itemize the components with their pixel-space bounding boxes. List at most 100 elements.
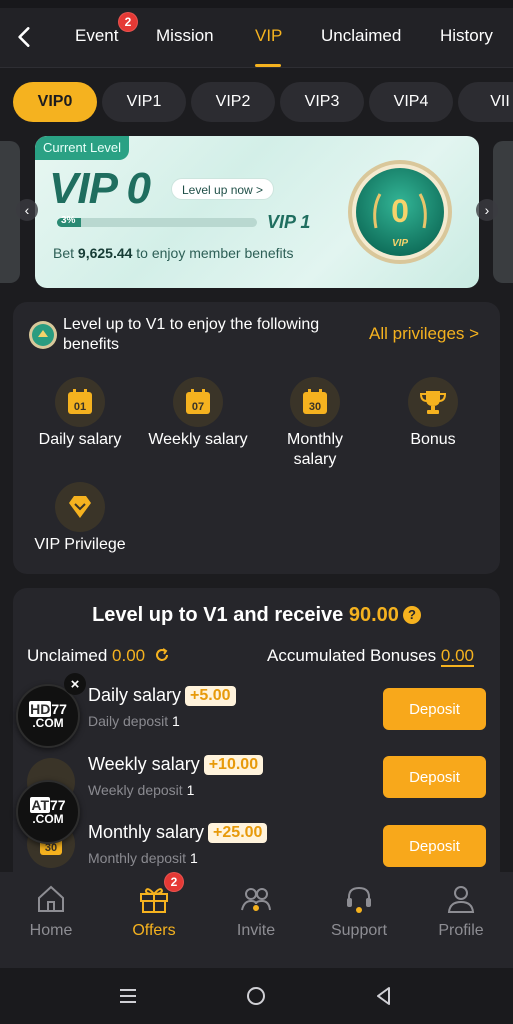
tab-event[interactable]: Event: [75, 26, 118, 46]
bet-requirement: Bet 9,625.44 to enjoy member benefits: [53, 245, 294, 261]
weekly-salary-title: Weekly salary +10.00: [88, 754, 264, 775]
accumulated-bonuses: Accumulated Bonuses 0.00: [267, 646, 474, 667]
help-icon[interactable]: ?: [402, 606, 421, 624]
daily-deposit-button[interactable]: Deposit: [383, 688, 486, 730]
tab-mission[interactable]: Mission: [156, 26, 214, 46]
diamond-icon: [55, 482, 105, 532]
next-level-name: VIP 1: [267, 212, 311, 232]
carousel-prev-button[interactable]: ‹: [16, 199, 38, 221]
levelup-title: Level up to V1 and receive 90.00?: [0, 604, 513, 627]
daily-salary-label: Daily salary: [88, 685, 182, 705]
profile-icon: [447, 886, 475, 913]
nav-offers-label: Offers: [132, 922, 176, 939]
levelup-title-text: Level up to V1 and receive: [92, 604, 349, 626]
weekly-salary-bonus: +10.00: [203, 755, 264, 775]
chevron-right-icon: ›: [484, 202, 490, 218]
accumulated-value[interactable]: 0.00: [440, 646, 474, 667]
nav-support-label: Support: [330, 922, 388, 939]
coin-number: 0: [391, 193, 409, 229]
weekly-calendar-icon: 07: [173, 377, 223, 427]
level-progress-bar: [57, 218, 257, 227]
benefit-bonus: Bonus: [410, 431, 456, 448]
bet-amount: 9,625.44: [77, 245, 133, 261]
unclaimed-value: 0.00: [112, 646, 146, 665]
monthly-deposit-value: 1: [189, 850, 198, 866]
weekly-icon-number: 07: [192, 401, 204, 413]
headset-icon: [347, 886, 371, 913]
invite-icon: [241, 888, 271, 911]
weekly-deposit-button[interactable]: Deposit: [383, 756, 486, 798]
hd77-promo-line2: .COM: [32, 716, 64, 730]
back-arrow-icon[interactable]: [12, 24, 38, 50]
benefit-daily-salary: Daily salary: [38, 431, 122, 448]
at77-promo-line1: AT77: [30, 797, 66, 813]
weekly-deposit-label: Weekly deposit: [88, 782, 187, 798]
offers-badge: 2: [164, 872, 184, 892]
nav-home[interactable]: Home: [6, 872, 96, 968]
monthly-salary-label: Monthly salary: [88, 822, 205, 842]
tab-vip[interactable]: VIP: [255, 26, 282, 46]
level-pill-vip1[interactable]: VIP1: [102, 82, 186, 122]
benefits-title: Level up to V1 to enjoy the following be…: [63, 316, 320, 353]
current-level-name: VIP 0: [49, 164, 151, 213]
monthly-deposit-requirement: Monthly deposit 1: [88, 850, 198, 866]
home-button-icon[interactable]: [244, 984, 268, 1008]
tab-unclaimed[interactable]: Unclaimed: [321, 26, 401, 46]
monthly-salary-title: Monthly salary +25.00: [88, 822, 268, 843]
system-nav-bar: [0, 968, 513, 1024]
nav-home-label: Home: [29, 922, 73, 939]
level-pill-vip4[interactable]: VIP4: [369, 82, 453, 122]
hd77-promo-prefix: HD: [29, 701, 52, 717]
unclaimed-summary: Unclaimed 0.00: [27, 646, 171, 666]
nav-invite[interactable]: Invite: [211, 872, 301, 968]
unclaimed-label: Unclaimed: [27, 646, 113, 665]
monthly-calendar-icon: 30: [290, 377, 340, 427]
all-privileges-link[interactable]: All privileges >: [369, 324, 479, 344]
level-pill-vip0[interactable]: VIP0: [13, 82, 97, 122]
home-icon: [38, 885, 64, 912]
nav-offers[interactable]: Offers: [109, 872, 199, 968]
monthly-salary-bonus: +25.00: [208, 823, 268, 843]
accumulated-label: Accumulated Bonuses: [267, 646, 441, 665]
hd77-promo-number: 77: [51, 701, 67, 717]
daily-deposit-value: 1: [172, 713, 180, 729]
at77-promo-number: 77: [50, 797, 66, 813]
event-badge: 2: [118, 12, 138, 32]
monthly-icon-number: 30: [309, 401, 321, 413]
close-icon[interactable]: ×: [64, 673, 86, 695]
carousel-next-button[interactable]: ›: [476, 199, 498, 221]
level-up-now-button[interactable]: Level up now >: [171, 178, 275, 200]
current-level-tag: Current Level: [35, 136, 130, 160]
status-bar: [0, 0, 513, 8]
levelup-amount: 90.00: [348, 604, 399, 626]
tab-history[interactable]: History: [440, 26, 493, 46]
benefit-vip-privilege: VIP Privilege: [34, 536, 126, 553]
daily-salary-bonus: +5.00: [185, 686, 236, 706]
trophy-icon: [408, 377, 458, 427]
daily-icon-number: 01: [74, 401, 86, 413]
benefit-monthly-salary: Monthly salary: [286, 431, 344, 468]
active-tab-indicator: [255, 64, 281, 67]
bottom-nav: Home Offers 2 Invite Support Profile: [0, 872, 513, 968]
at77-promo-prefix: AT: [30, 797, 51, 813]
benefit-weekly-salary: Weekly salary: [148, 431, 248, 448]
bet-suffix: to enjoy member benefits: [132, 245, 294, 261]
hd77-promo-line1: HD77: [29, 701, 67, 717]
level-pill-vip3[interactable]: VIP3: [280, 82, 364, 122]
monthly-deposit-button[interactable]: Deposit: [383, 825, 486, 867]
current-level-card: Current Level VIP 0 Level up now > 3% VI…: [35, 136, 479, 288]
level-pill-vip5[interactable]: VII: [458, 82, 513, 122]
monthly-deposit-label: Monthly deposit: [88, 850, 190, 866]
level-pill-vip2[interactable]: VIP2: [191, 82, 275, 122]
nav-support[interactable]: Support: [314, 872, 404, 968]
refresh-icon[interactable]: [153, 646, 171, 664]
vip-badge-icon: [29, 321, 57, 349]
weekly-deposit-value: 1: [186, 782, 195, 798]
nav-profile[interactable]: Profile: [416, 872, 506, 968]
system-back-icon[interactable]: [372, 984, 396, 1008]
bet-prefix: Bet: [53, 245, 78, 261]
recent-apps-icon[interactable]: [116, 984, 140, 1008]
coin-label: VIP: [392, 238, 408, 249]
at77-promo-badge[interactable]: AT77 .COM: [16, 780, 80, 844]
progress-percent: 3%: [61, 215, 76, 226]
